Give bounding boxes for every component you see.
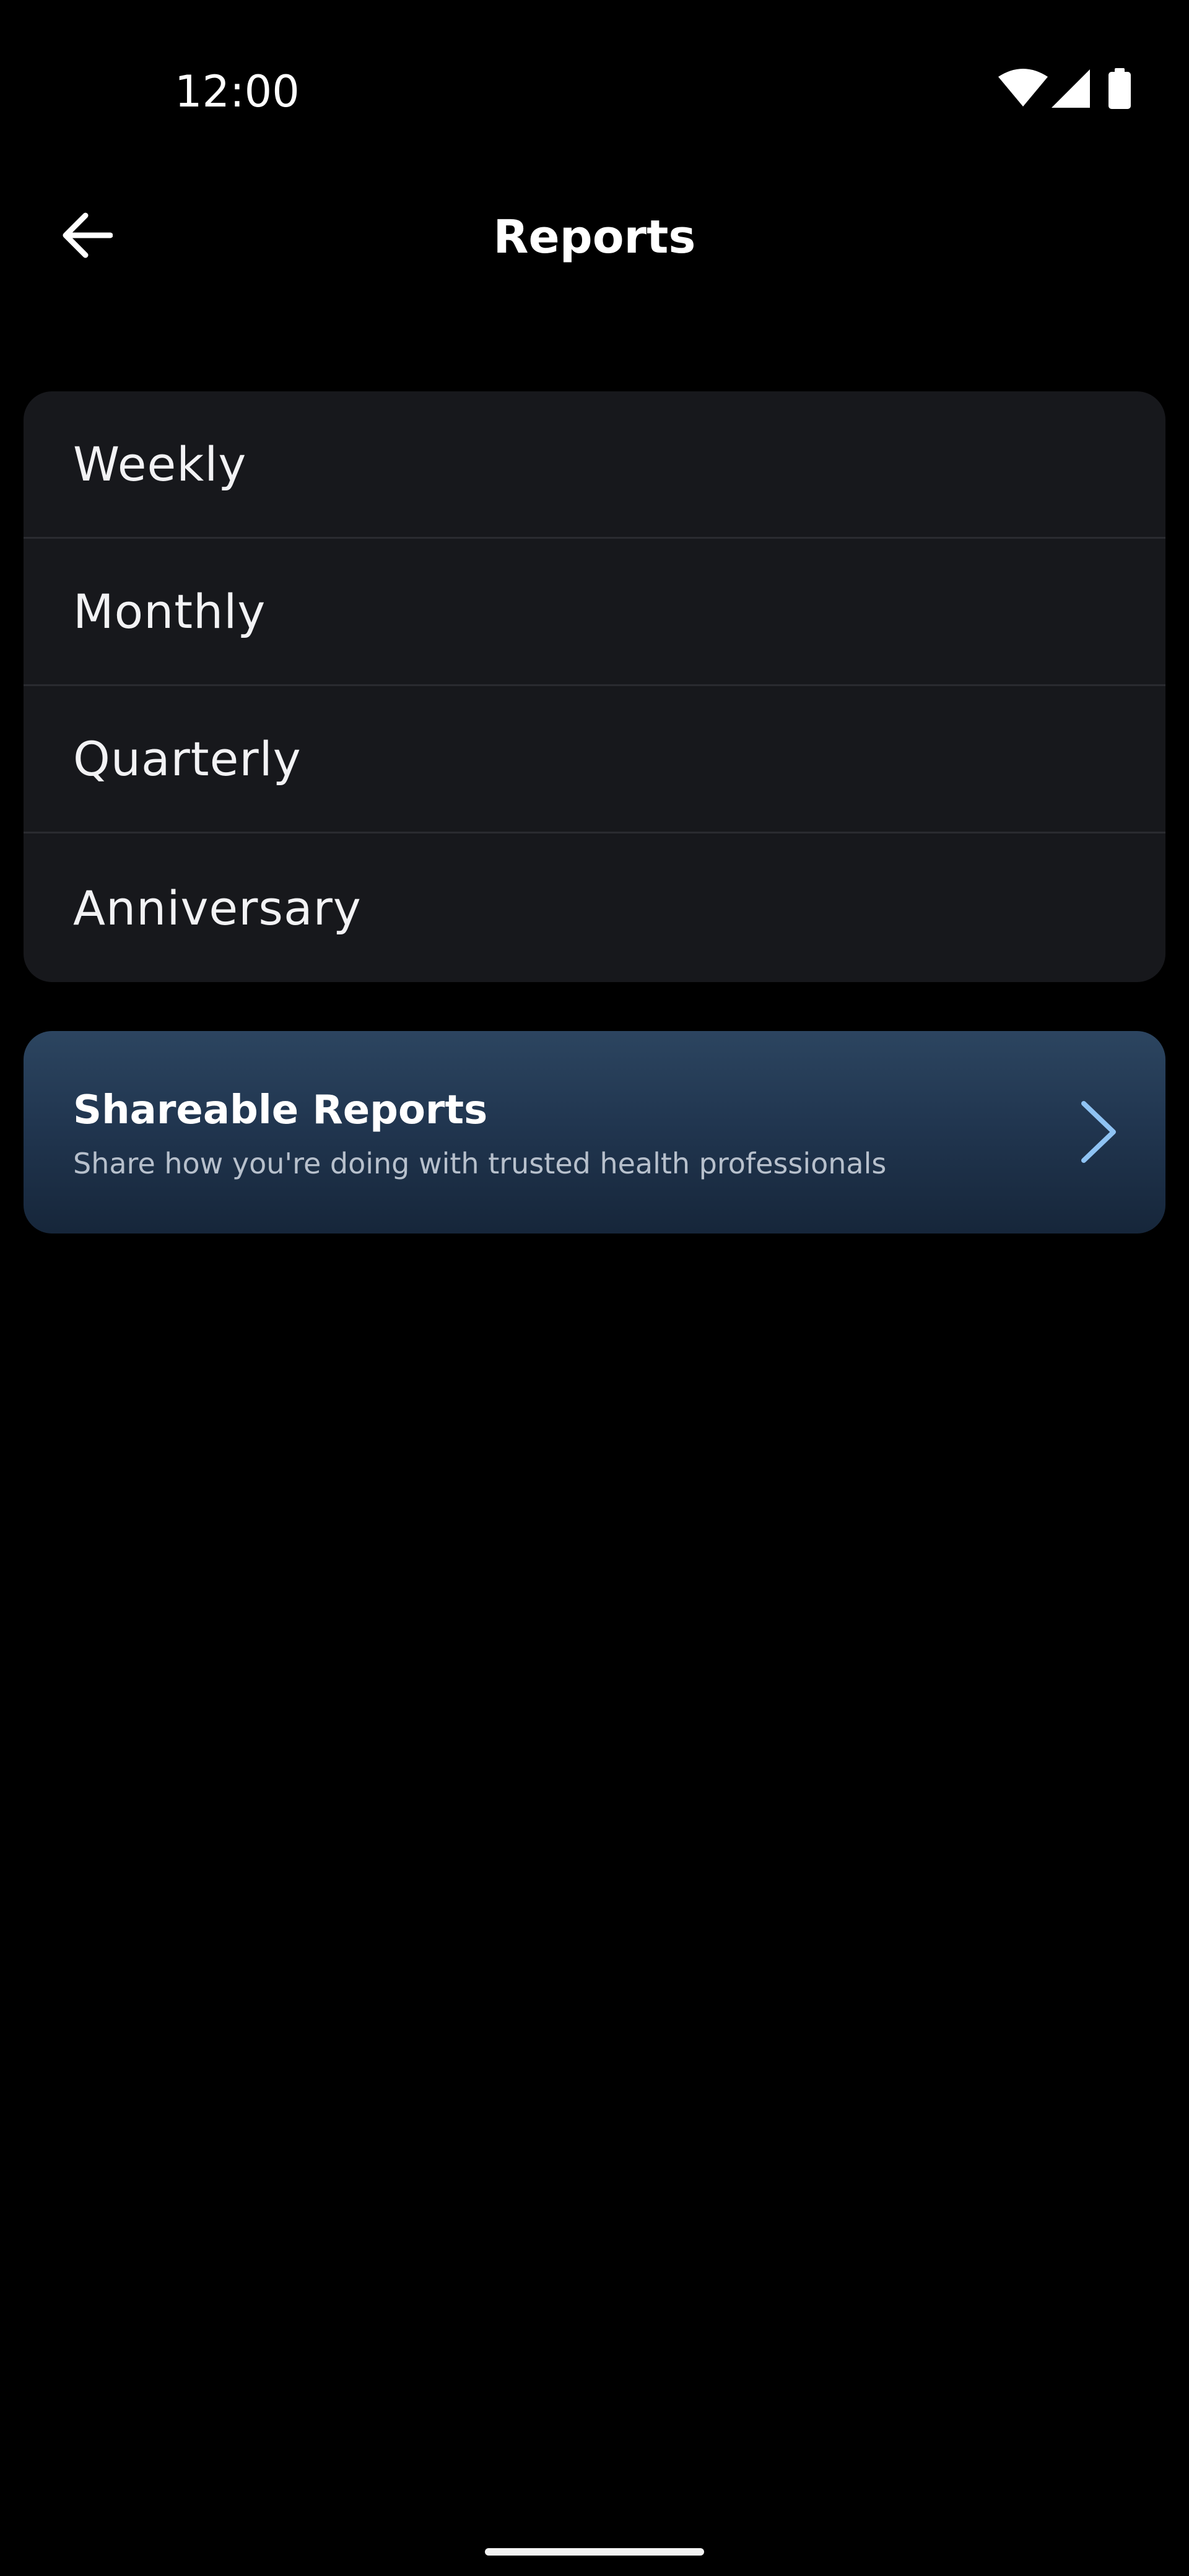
wifi-icon — [998, 69, 1048, 107]
cellular-signal-icon — [1052, 69, 1090, 108]
period-item-quarterly[interactable]: Quarterly — [24, 686, 1165, 833]
period-item-weekly[interactable]: Weekly — [24, 391, 1165, 539]
page-title: Reports — [493, 211, 696, 264]
report-period-list: Weekly Monthly Quarterly Anniversary — [24, 391, 1165, 982]
period-label: Quarterly — [73, 731, 302, 786]
chevron-right-icon — [1081, 1101, 1116, 1163]
period-item-monthly[interactable]: Monthly — [24, 539, 1165, 686]
app-bar: Reports — [0, 186, 1189, 285]
shareable-reports-subtitle: Share how you're doing with trusted heal… — [73, 1147, 887, 1180]
period-label: Weekly — [73, 437, 247, 492]
period-label: Anniversary — [73, 880, 362, 936]
period-item-anniversary[interactable]: Anniversary — [24, 833, 1165, 982]
gesture-navigation-bar[interactable] — [485, 2548, 704, 2556]
period-label: Monthly — [73, 584, 266, 639]
status-icons — [997, 68, 1139, 111]
shareable-reports-card[interactable]: Shareable Reports Share how you're doing… — [24, 1031, 1165, 1234]
battery-icon — [1108, 68, 1131, 109]
status-bar: 12:00 — [0, 0, 1189, 186]
status-time: 12:00 — [175, 66, 300, 117]
shareable-reports-title: Shareable Reports — [73, 1087, 488, 1133]
